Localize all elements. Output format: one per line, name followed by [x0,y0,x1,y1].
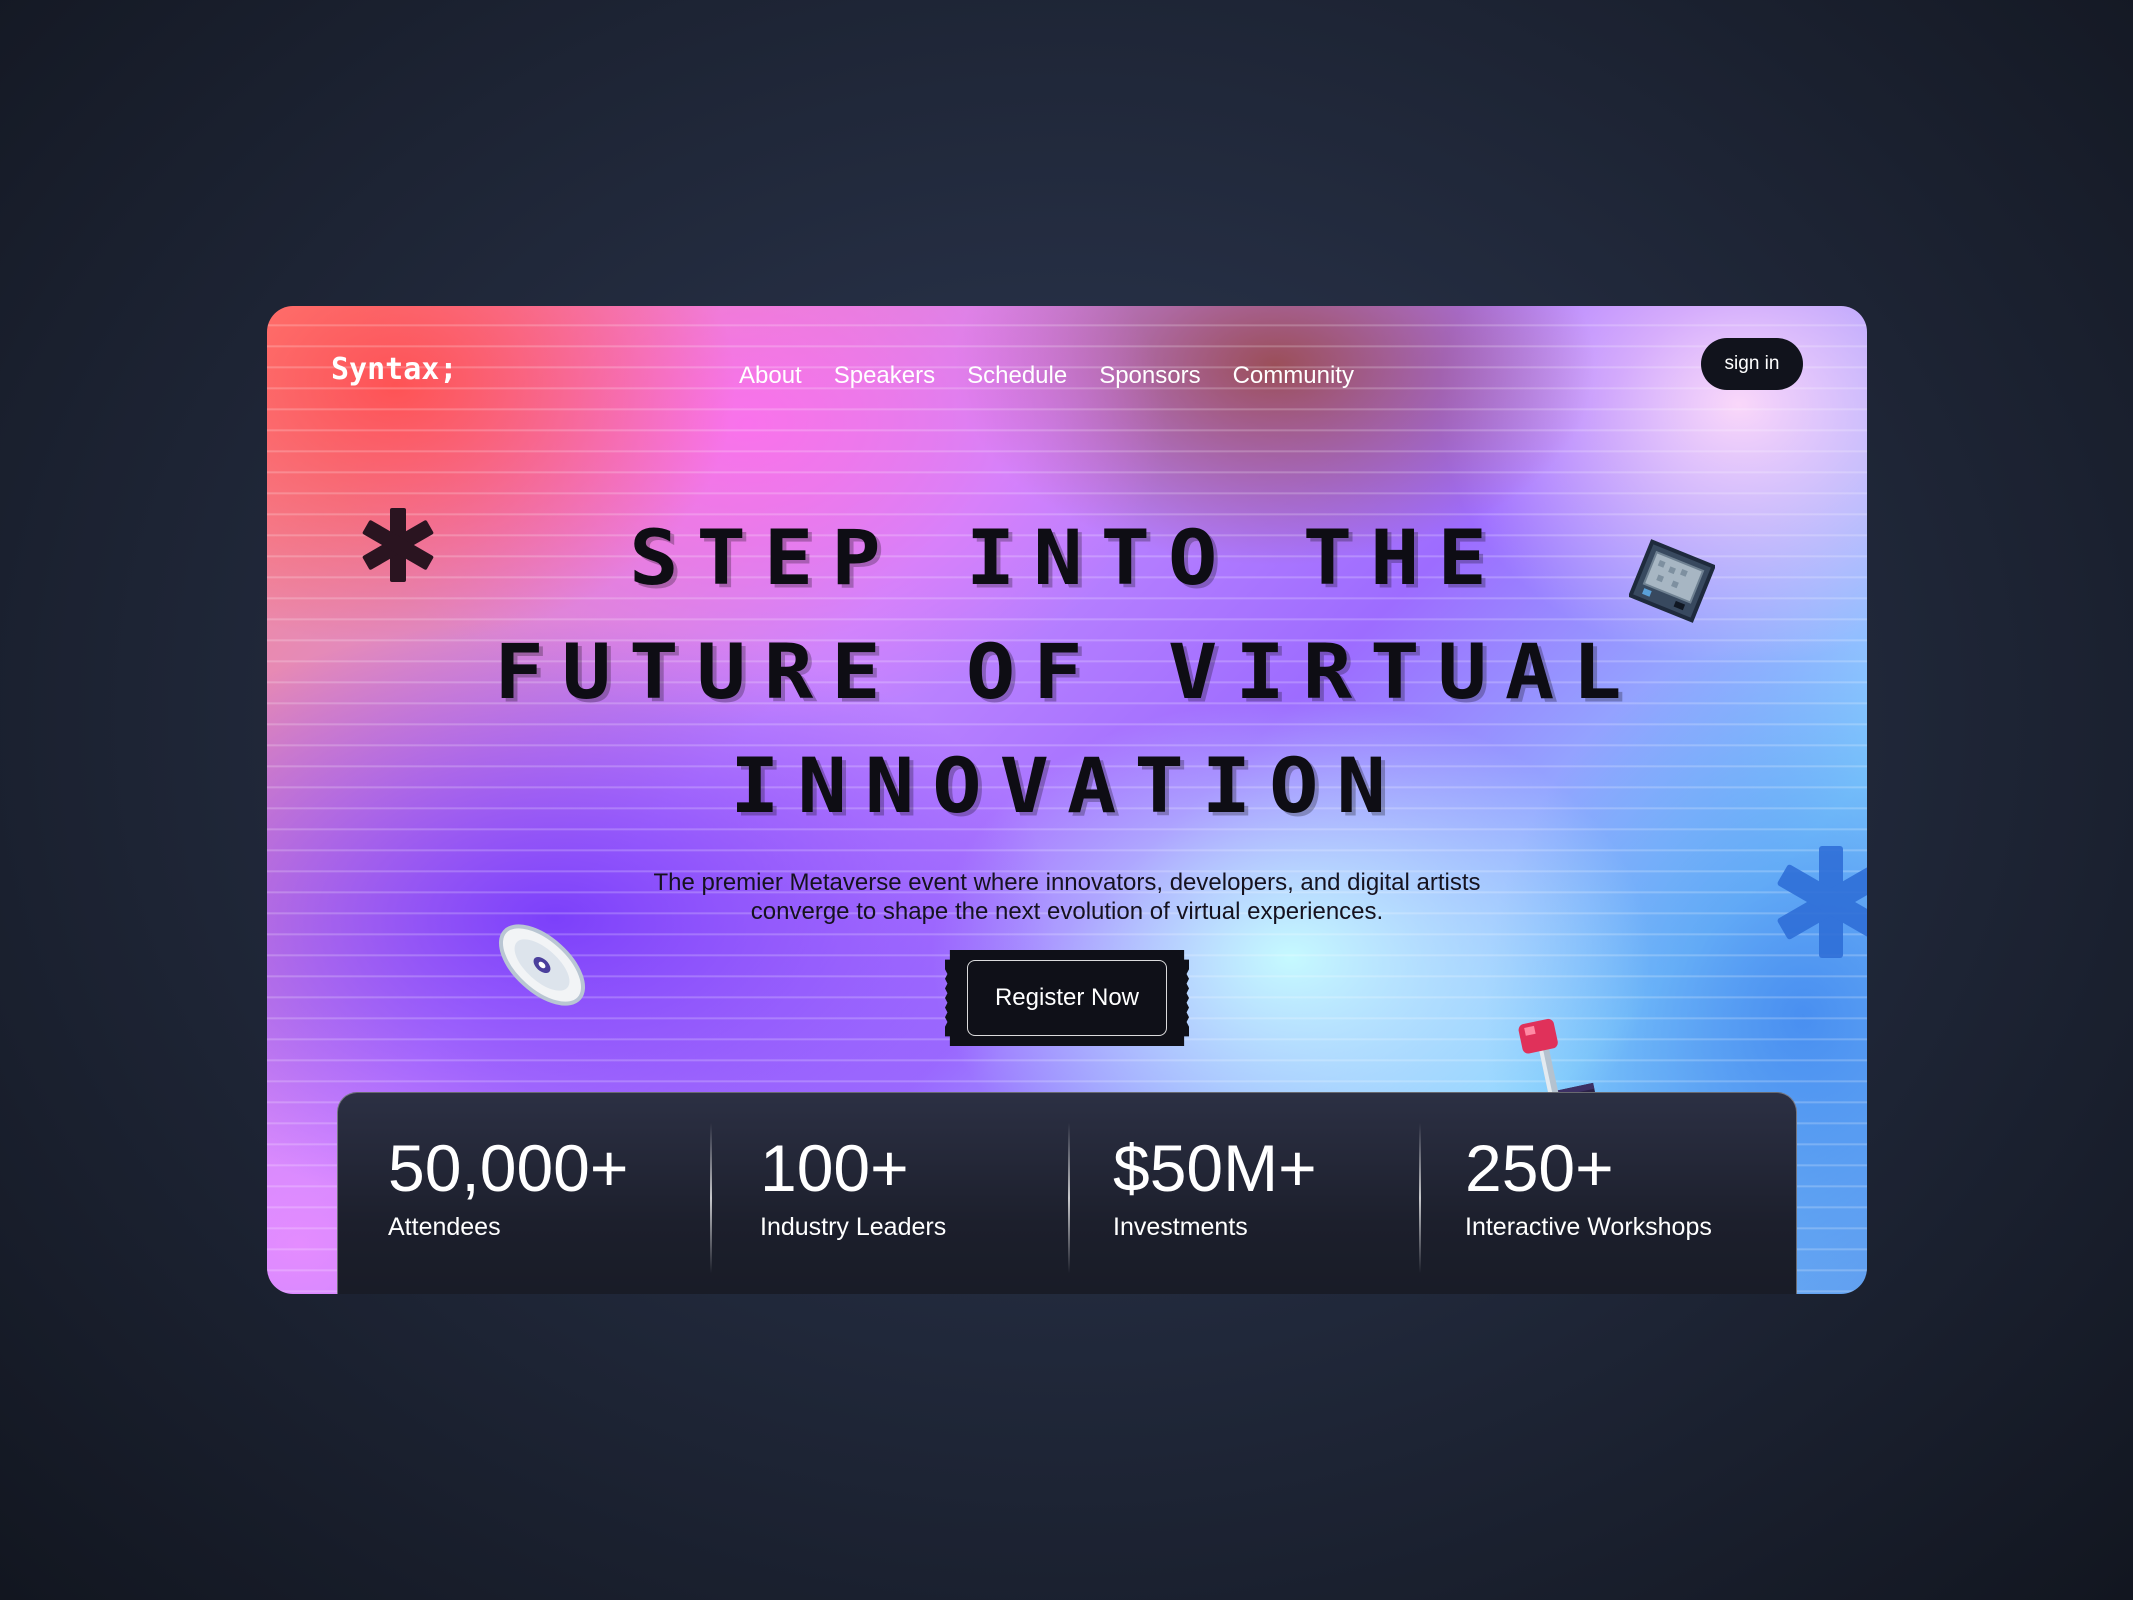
stat-value: 250+ [1465,1131,1614,1205]
register-now-button[interactable]: Register Now [945,950,1189,1046]
stat-attendees: 50,000+ Attendees [388,1133,628,1242]
stat-value: $50M+ [1113,1131,1317,1205]
nav-item-speakers[interactable]: Speakers [834,362,935,390]
stat-value: 50,000+ [388,1131,629,1205]
headline-line-3: INNOVATION [730,742,1404,831]
nav-item-community[interactable]: Community [1233,362,1354,390]
stat-label: Interactive Workshops [1465,1213,1712,1241]
stats-panel: 50,000+ Attendees 100+ Industry Leaders … [337,1092,1797,1294]
stat-divider [1419,1123,1421,1273]
stat-investments: $50M+ Investments [1113,1133,1317,1242]
headline-line-2: FUTURE OF VIRTUAL [494,628,1640,717]
pixel-disc-icon [498,924,586,1006]
nav-item-schedule[interactable]: Schedule [967,362,1067,390]
stat-label: Attendees [388,1213,501,1241]
stat-value: 100+ [760,1131,909,1205]
stat-interactive-workshops: 250+ Interactive Workshops [1465,1133,1712,1242]
site-logo[interactable]: Syntax; [331,352,457,387]
hero-headline: STEP INTO THE FUTURE OF VIRTUAL INNOVATI… [267,502,1867,844]
stat-label: Investments [1113,1213,1248,1241]
stat-divider [1068,1123,1070,1273]
stat-industry-leaders: 100+ Industry Leaders [760,1133,946,1242]
hero-card: Syntax; About Speakers Schedule Sponsors… [267,306,1867,1294]
main-nav: About Speakers Schedule Sponsors Communi… [739,362,1354,390]
asterisk-icon [1777,846,1867,958]
stat-label: Industry Leaders [760,1213,947,1241]
stat-divider [710,1123,712,1273]
nav-item-sponsors[interactable]: Sponsors [1099,362,1200,390]
sign-in-button[interactable]: sign in [1701,338,1803,390]
nav-item-about[interactable]: About [739,362,802,390]
headline-line-1: STEP INTO THE [629,514,1505,603]
hero-subtitle: The premier Metaverse event where innova… [653,869,1481,925]
register-now-label: Register Now [967,960,1167,1036]
